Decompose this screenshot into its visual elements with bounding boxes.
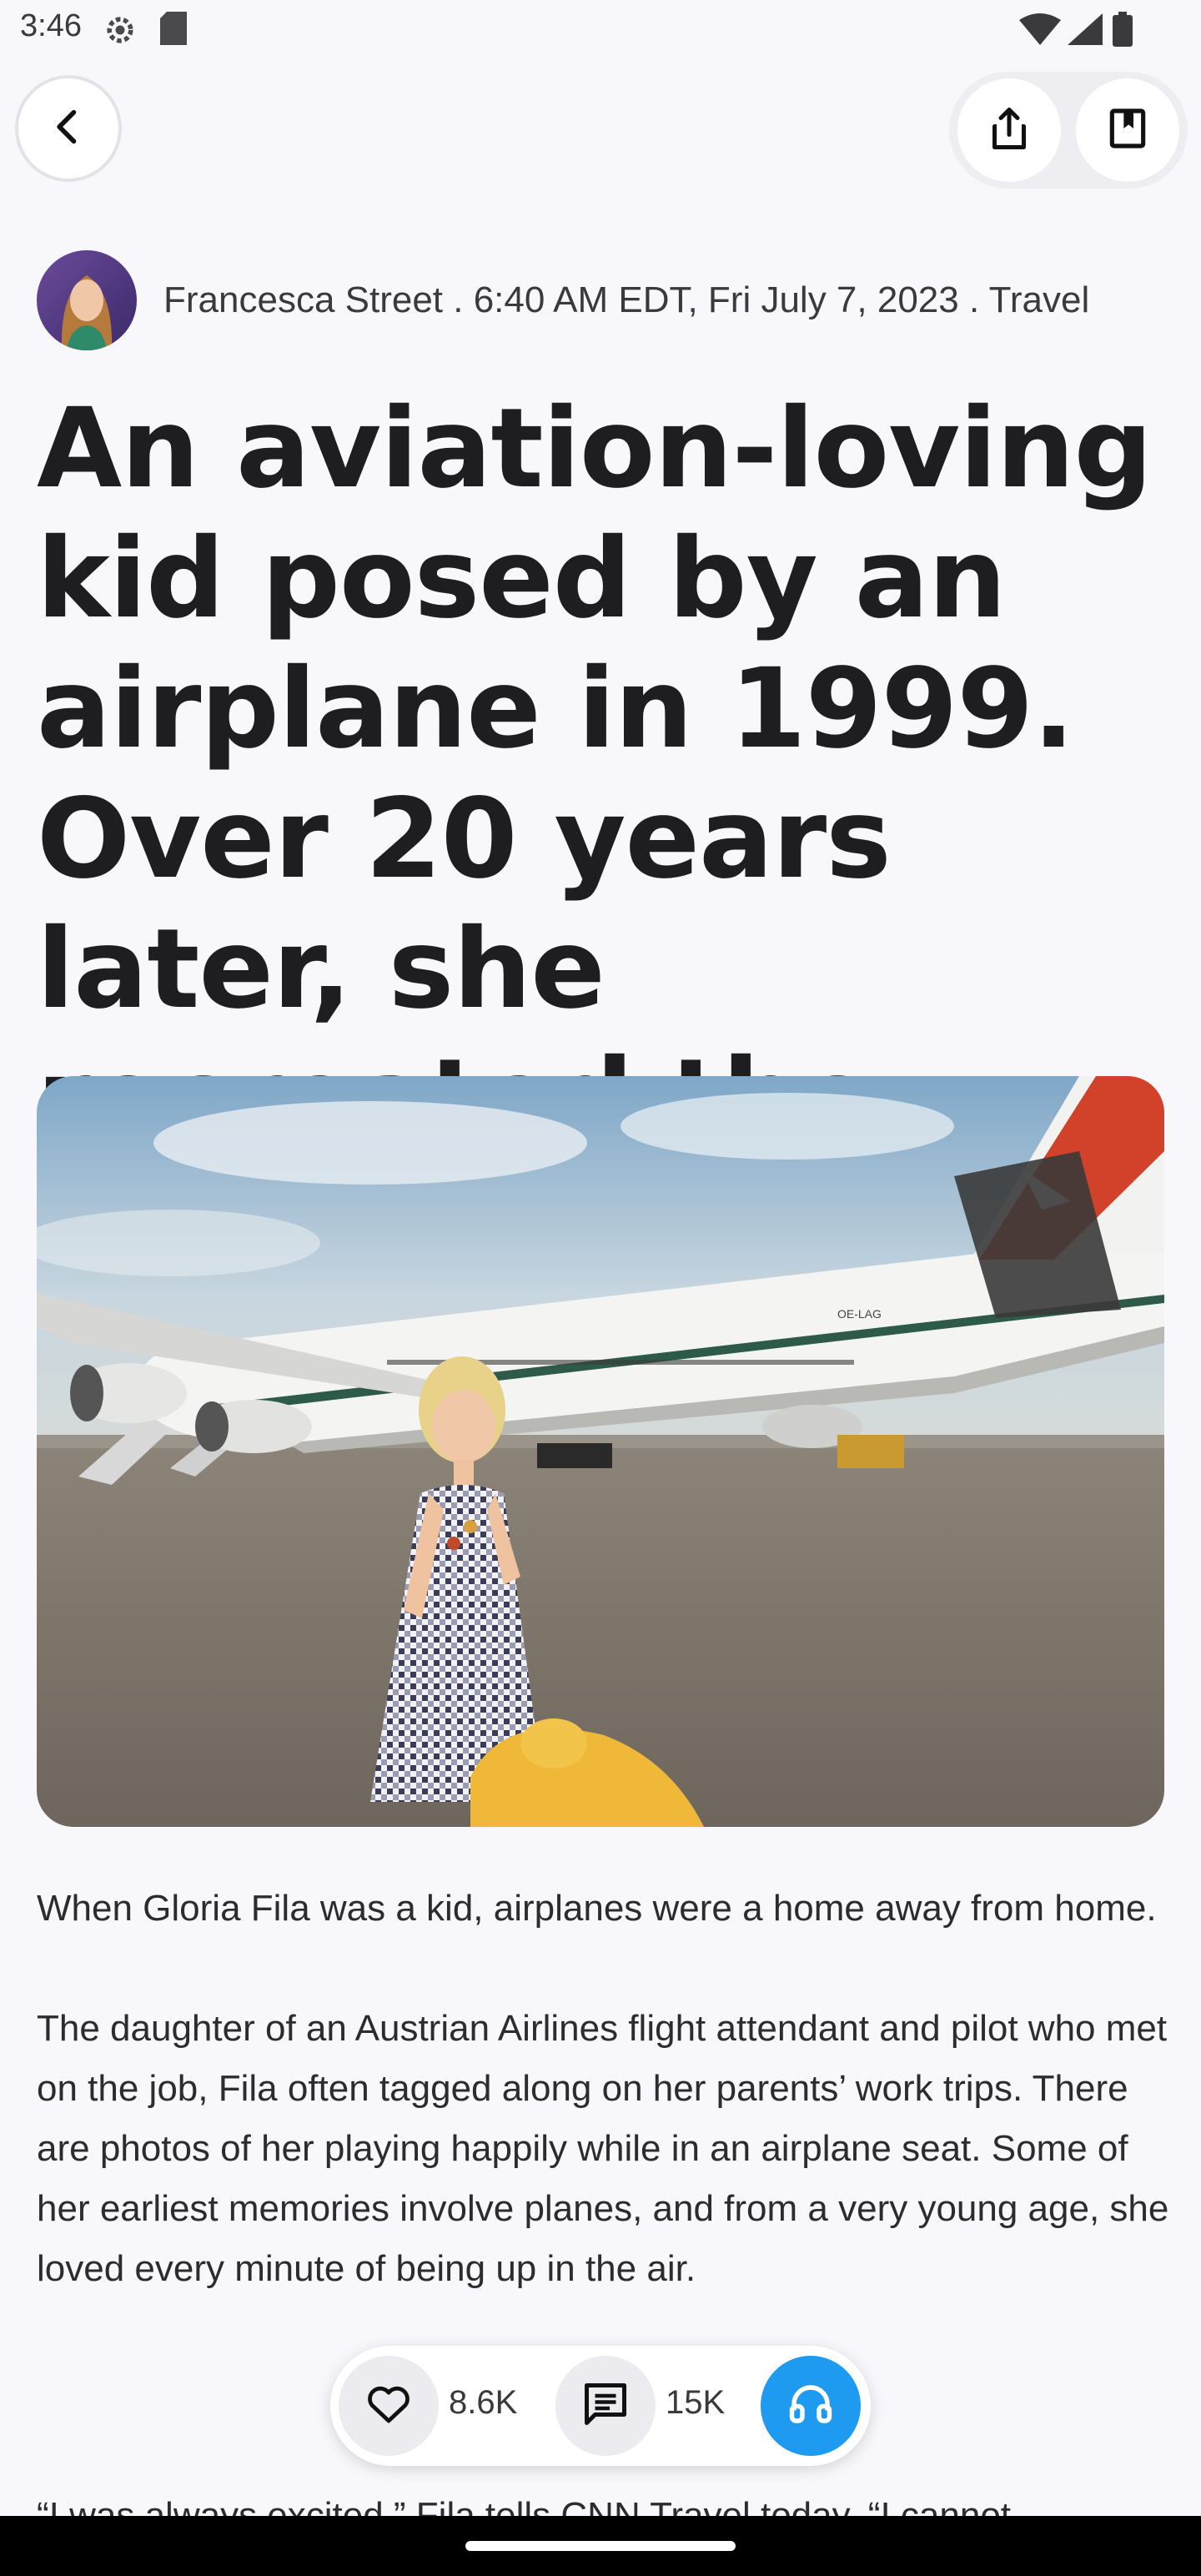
listen-button[interactable]	[761, 2356, 861, 2456]
status-time: 3:46	[20, 8, 82, 43]
byline: Francesca Street . 6:40 AM EDT, Fri July…	[37, 250, 1089, 350]
like-button[interactable]	[339, 2356, 439, 2456]
article-actions	[949, 72, 1188, 189]
status-bar: 3:46	[0, 0, 1201, 60]
sd-card-icon	[160, 12, 190, 49]
bookmark-icon	[1104, 105, 1151, 156]
comment-icon	[580, 2379, 631, 2433]
home-indicator[interactable]	[465, 2541, 736, 2551]
comment-button[interactable]	[555, 2356, 656, 2456]
wifi-icon	[1019, 13, 1061, 49]
byline-text: Francesca Street . 6:40 AM EDT, Fri July…	[163, 279, 1090, 320]
hero-image[interactable]: OE-LAG	[37, 1076, 1164, 1827]
headphones-icon	[786, 2379, 836, 2433]
back-arrow-icon	[47, 105, 90, 153]
bookmark-button[interactable]	[1076, 78, 1179, 182]
engagement-bar: 8.6K 15K	[330, 2346, 871, 2466]
share-button[interactable]	[957, 78, 1061, 182]
author-avatar[interactable]	[37, 250, 137, 350]
like-count: 8.6K	[449, 2384, 518, 2421]
article-paragraph: The daughter of an Austrian Airlines fli…	[37, 2008, 1169, 2289]
back-button[interactable]	[15, 75, 122, 182]
cellular-signal-icon	[1068, 13, 1103, 49]
comment-count: 15K	[666, 2384, 726, 2421]
article-paragraph-partial: “I was always excited,” Fila tells CNN T…	[37, 2495, 1012, 2516]
share-icon	[984, 103, 1034, 158]
airplane-registration: OE-LAG	[837, 1307, 882, 1321]
heart-icon	[364, 2379, 414, 2433]
article-body: When Gloria Fila was a kid, airplanes we…	[37, 1879, 1171, 2359]
settings-icon	[102, 12, 138, 53]
battery-icon	[1113, 12, 1133, 51]
article-paragraph: When Gloria Fila was a kid, airplanes we…	[37, 1888, 1157, 1929]
